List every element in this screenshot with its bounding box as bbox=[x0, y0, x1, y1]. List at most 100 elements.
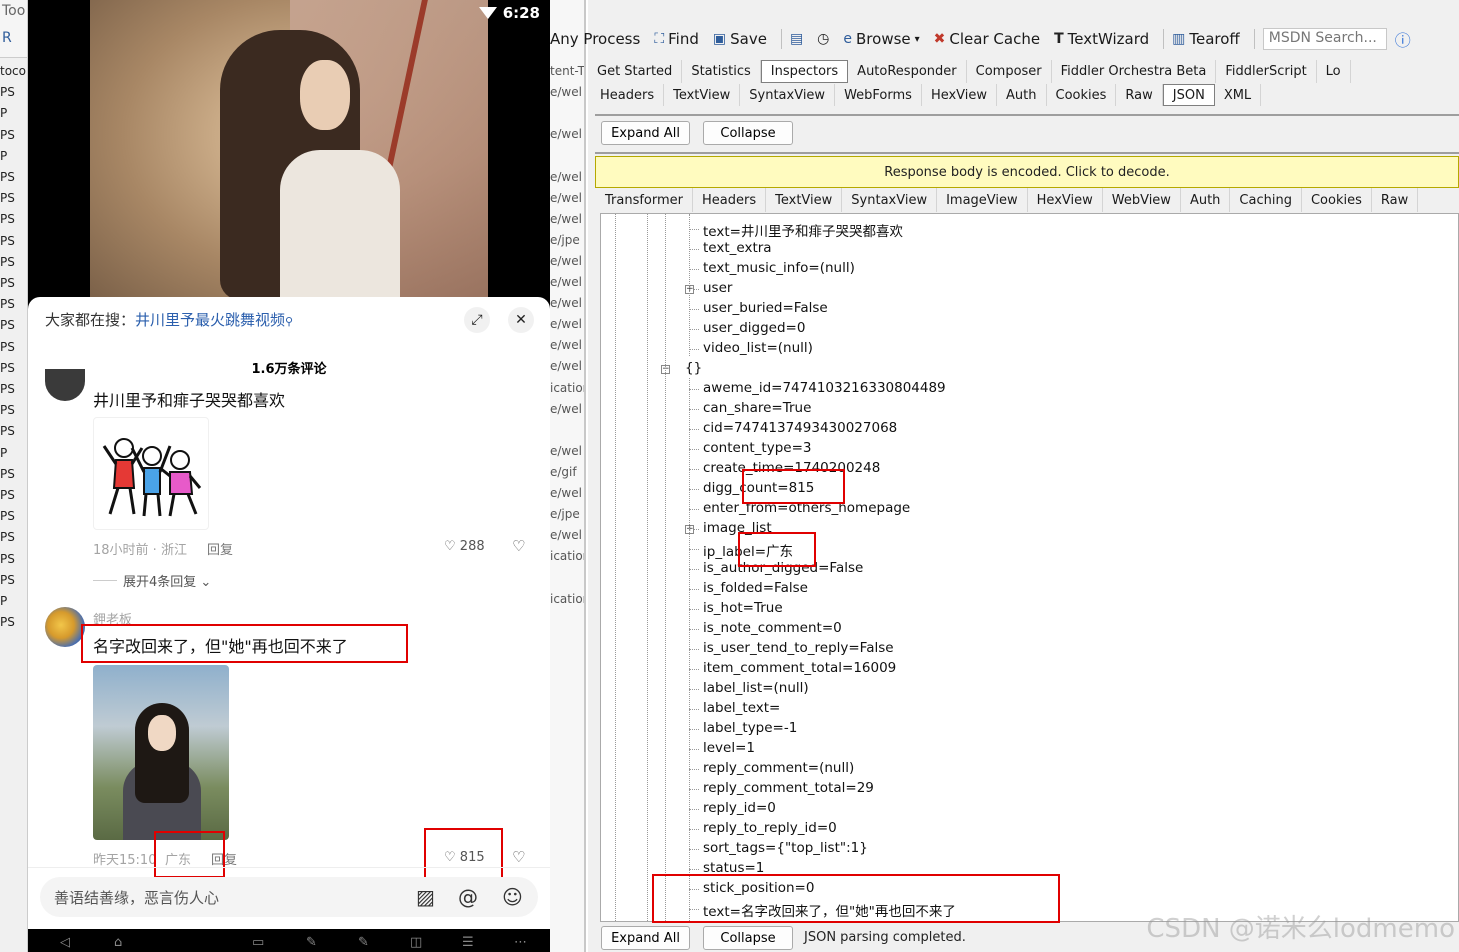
session-row-fragment[interactable]: e/wel bbox=[550, 275, 582, 289]
tab-headers[interactable]: Headers bbox=[693, 188, 767, 212]
tab-raw[interactable]: Raw bbox=[1116, 84, 1163, 106]
session-row-fragment[interactable]: tocol bbox=[0, 64, 27, 78]
help-icon[interactable]: ⓘ bbox=[1395, 27, 1411, 51]
json-property[interactable]: level=1 bbox=[703, 740, 755, 756]
splitter[interactable] bbox=[595, 114, 1459, 116]
textwizard-button[interactable]: T TextWizard bbox=[1054, 30, 1149, 48]
tab-inspectors[interactable]: Inspectors bbox=[760, 60, 849, 83]
splitter[interactable] bbox=[595, 152, 1459, 154]
session-row-fragment[interactable]: PS bbox=[0, 276, 15, 290]
session-row-fragment[interactable]: PS bbox=[0, 361, 15, 375]
json-property[interactable]: reply_id=0 bbox=[703, 800, 776, 816]
json-property[interactable]: is_folded=False bbox=[703, 580, 808, 596]
json-property[interactable]: label_text= bbox=[703, 700, 780, 716]
tab-hexview[interactable]: HexView bbox=[922, 84, 998, 106]
find-button[interactable]: ⛶ Find bbox=[654, 30, 699, 48]
tab-cookies[interactable]: Cookies bbox=[1047, 84, 1117, 106]
tab-webview[interactable]: WebView bbox=[1103, 188, 1181, 212]
session-row-fragment[interactable]: e/wel bbox=[550, 85, 582, 99]
expand-all-button-bottom[interactable]: Expand All bbox=[601, 926, 690, 950]
tab-lo[interactable]: Lo bbox=[1317, 60, 1351, 83]
json-property[interactable]: text_extra bbox=[703, 240, 772, 256]
tearoff-button[interactable]: ▥ Tearoff bbox=[1172, 30, 1240, 48]
tab-webforms[interactable]: WebForms bbox=[835, 84, 922, 106]
tab-imageview[interactable]: ImageView bbox=[937, 188, 1028, 212]
session-row-fragment[interactable]: P bbox=[0, 594, 7, 608]
tab-textview[interactable]: TextView bbox=[664, 84, 741, 106]
tab-autoresponder[interactable]: AutoResponder bbox=[848, 60, 967, 83]
json-property[interactable]: reply_comment=(null) bbox=[703, 760, 854, 776]
comment-photo[interactable] bbox=[93, 665, 229, 840]
tab-raw[interactable]: Raw bbox=[1372, 188, 1419, 212]
json-property[interactable]: content_type=3 bbox=[703, 440, 812, 456]
browse-button[interactable]: e Browse ▾ bbox=[843, 30, 919, 48]
tab-auth[interactable]: Auth bbox=[997, 84, 1047, 106]
json-property[interactable]: reply_comment_total=29 bbox=[703, 780, 874, 796]
screenshot-icon[interactable]: ▭ bbox=[252, 935, 264, 950]
msdn-search-input[interactable]: MSDN Search... bbox=[1262, 28, 1387, 50]
close-icon[interactable]: ✕ bbox=[508, 307, 534, 333]
session-row-fragment[interactable]: PS bbox=[0, 234, 15, 248]
tab-statistics[interactable]: Statistics bbox=[682, 60, 761, 83]
tool-icon[interactable]: ✎ bbox=[358, 935, 369, 950]
session-row-fragment[interactable]: e/wel bbox=[550, 170, 582, 184]
session-row-fragment[interactable]: e/wel bbox=[550, 254, 582, 268]
reply-button[interactable]: 回复 bbox=[207, 539, 233, 558]
json-property[interactable]: reply_to_reply_id=0 bbox=[703, 820, 837, 836]
session-row-fragment[interactable]: e/jpe bbox=[550, 507, 580, 521]
session-row-fragment[interactable]: PS bbox=[0, 318, 15, 332]
session-row-fragment[interactable]: e/wel bbox=[550, 528, 582, 542]
json-property[interactable]: is_note_comment=0 bbox=[703, 620, 842, 636]
search-suggestion[interactable]: 大家都在搜：井川里予最火跳舞视频⚲ bbox=[45, 309, 293, 330]
session-row-fragment[interactable]: PS bbox=[0, 573, 15, 587]
json-property[interactable]: video_list=(null) bbox=[703, 340, 813, 356]
session-row-fragment[interactable]: P bbox=[0, 446, 7, 460]
tab-syntaxview[interactable]: SyntaxView bbox=[842, 188, 938, 212]
save-button[interactable]: ▣ Save bbox=[713, 30, 767, 48]
tab-xml[interactable]: XML bbox=[1215, 84, 1262, 106]
session-row-fragment[interactable]: e/gif bbox=[550, 465, 577, 479]
like-button[interactable]: ♡ 288 bbox=[444, 539, 485, 554]
session-row-fragment[interactable]: PS bbox=[0, 530, 15, 544]
image-icon[interactable]: ▨ bbox=[416, 885, 435, 909]
session-row-fragment[interactable]: e/wel bbox=[550, 402, 582, 416]
session-row-fragment[interactable]: PS bbox=[0, 382, 15, 396]
home-icon[interactable]: ⌂ bbox=[114, 935, 122, 950]
screenshot-button[interactable]: ▤ bbox=[790, 31, 803, 47]
collapse-button-bottom[interactable]: Collapse bbox=[703, 926, 793, 950]
avatar[interactable] bbox=[45, 607, 85, 647]
tab-fiddler-orchestra-beta[interactable]: Fiddler Orchestra Beta bbox=[1052, 60, 1217, 83]
tool-icon[interactable]: ☰ bbox=[462, 935, 474, 950]
dislike-icon[interactable]: ♡ bbox=[512, 848, 525, 866]
session-row-fragment[interactable]: e/wel bbox=[550, 296, 582, 310]
session-row-fragment[interactable]: PS bbox=[0, 340, 15, 354]
session-row-fragment[interactable]: PS bbox=[0, 212, 15, 226]
tab-textview[interactable]: TextView bbox=[766, 188, 843, 212]
expand-all-button[interactable]: Expand All bbox=[601, 121, 690, 145]
session-row-fragment[interactable]: e/wel bbox=[550, 191, 582, 205]
dislike-icon[interactable]: ♡ bbox=[512, 537, 525, 555]
tool-icon[interactable]: ✎ bbox=[306, 935, 317, 950]
session-row-fragment[interactable]: tent-T bbox=[550, 64, 584, 78]
json-property[interactable]: item_comment_total=16009 bbox=[703, 660, 896, 676]
tab-get-started[interactable]: Get Started bbox=[588, 60, 683, 83]
tool-icon[interactable]: ◫ bbox=[410, 935, 422, 950]
session-row-fragment[interactable]: e/wel bbox=[550, 444, 582, 458]
more-icon[interactable]: ⋯ bbox=[514, 935, 527, 950]
session-row-fragment[interactable]: PS bbox=[0, 170, 15, 184]
json-property[interactable]: is_hot=True bbox=[703, 600, 783, 616]
tab-cookies[interactable]: Cookies bbox=[1302, 188, 1372, 212]
session-row-fragment[interactable]: PS bbox=[0, 424, 15, 438]
tab-syntaxview[interactable]: SyntaxView bbox=[740, 84, 836, 106]
tab-json[interactable]: JSON bbox=[1162, 84, 1215, 106]
session-row-fragment[interactable]: PS bbox=[0, 255, 15, 269]
tab-caching[interactable]: Caching bbox=[1230, 188, 1302, 212]
any-process-button[interactable]: Any Process bbox=[550, 30, 640, 48]
clear-cache-button[interactable]: ✖ Clear Cache bbox=[934, 30, 1040, 48]
session-row-fragment[interactable]: PS bbox=[0, 615, 15, 629]
session-row-fragment[interactable]: e/wel bbox=[550, 317, 582, 331]
session-row-fragment[interactable]: P bbox=[0, 106, 7, 120]
tab-auth[interactable]: Auth bbox=[1181, 188, 1231, 212]
session-row-fragment[interactable]: e/wel bbox=[550, 486, 582, 500]
session-row-fragment[interactable]: ication bbox=[550, 549, 584, 563]
